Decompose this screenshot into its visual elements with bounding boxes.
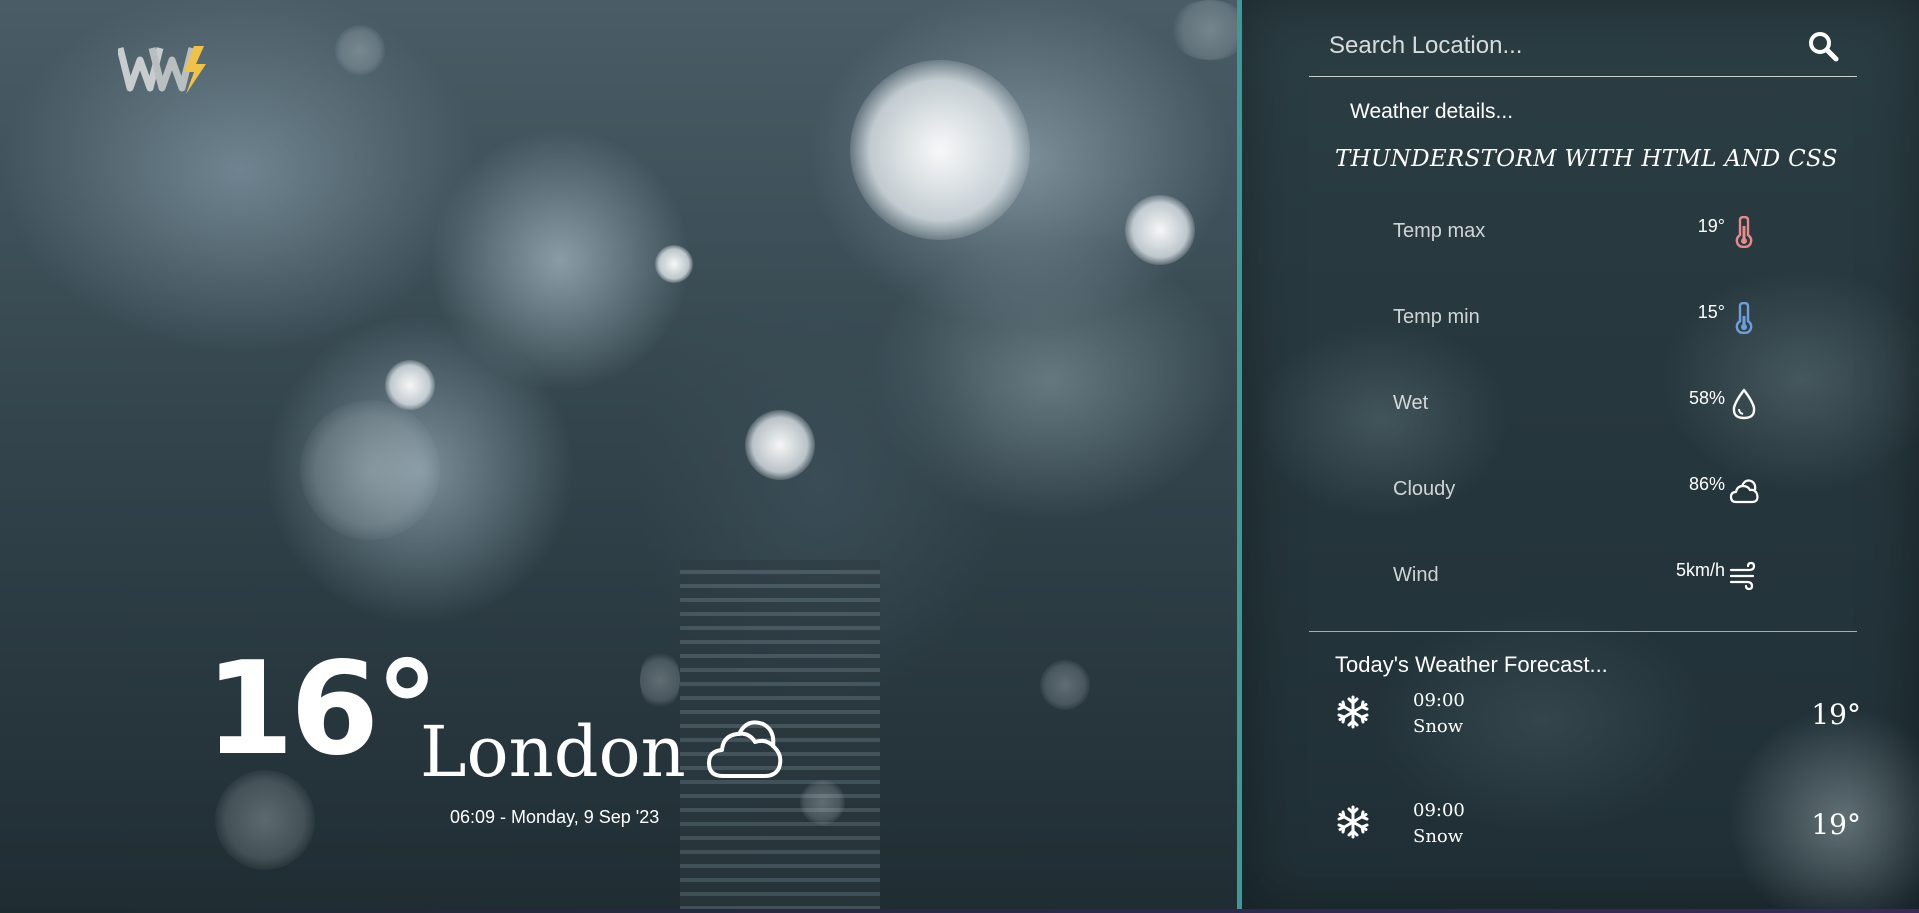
detail-label: Wind bbox=[1393, 564, 1439, 586]
snowflake-bokeh bbox=[300, 400, 440, 540]
current-temperature: 16° bbox=[205, 635, 439, 784]
section-divider bbox=[1309, 631, 1857, 632]
search-icon bbox=[1809, 32, 1839, 62]
forecast-item: 09:00 Snow 19° bbox=[1335, 800, 1865, 860]
current-datetime: 06:09 - Monday, 9 Sep '23 bbox=[450, 807, 660, 827]
forecast-time: 09:00 bbox=[1413, 690, 1465, 711]
city-name: London bbox=[420, 711, 686, 793]
forecast-time: 09:00 bbox=[1413, 800, 1465, 821]
detail-row-temp-max: Temp max 19° bbox=[1393, 212, 1759, 252]
snowflake-bokeh bbox=[745, 410, 815, 480]
search-input[interactable] bbox=[1309, 26, 1779, 66]
detail-value: 5km/h bbox=[1675, 560, 1725, 580]
weather-description: THUNDERSTORM WITH HTML AND CSS bbox=[1335, 146, 1838, 172]
detail-row-temp-min: Temp min 15° bbox=[1393, 298, 1759, 338]
forecast-temperature: 19° bbox=[1811, 808, 1861, 841]
cloud-icon bbox=[705, 710, 785, 790]
detail-label: Wet bbox=[1393, 392, 1429, 414]
snowflake-bokeh bbox=[335, 25, 385, 75]
logo-mark-icon bbox=[116, 46, 206, 94]
snowflake-bokeh bbox=[1125, 195, 1195, 265]
detail-label: Temp max bbox=[1393, 220, 1486, 242]
snowflake-icon bbox=[1335, 694, 1371, 730]
detail-label: Cloudy bbox=[1393, 478, 1456, 500]
app-logo[interactable] bbox=[116, 42, 218, 98]
detail-value: 86% bbox=[1688, 474, 1725, 494]
thermometer-hot-icon bbox=[1729, 215, 1759, 249]
forecast-item: 09:00 Snow 19° bbox=[1335, 690, 1865, 750]
forecast-condition: Snow bbox=[1413, 826, 1464, 847]
forecast-temperature: 19° bbox=[1811, 698, 1861, 731]
snowflake-bokeh bbox=[1040, 660, 1090, 710]
search-button[interactable] bbox=[1807, 30, 1839, 62]
snowflake-bokeh bbox=[655, 245, 693, 283]
snowflake-bokeh bbox=[850, 60, 1030, 240]
search-bar bbox=[1309, 16, 1857, 77]
detail-value: 15° bbox=[1697, 302, 1725, 322]
weather-app: 16° London 06:09 - Monday, 9 Sep '23 We bbox=[0, 0, 1919, 913]
detail-value: 58% bbox=[1688, 388, 1725, 408]
detail-row-wind: Wind 5km/h bbox=[1393, 556, 1759, 596]
weather-panel: Weather details... THUNDERSTORM WITH HTM… bbox=[1242, 0, 1919, 913]
snowflake-icon bbox=[1335, 804, 1371, 840]
background-scene: 16° London 06:09 - Monday, 9 Sep '23 bbox=[0, 0, 1250, 913]
thermometer-cold-icon bbox=[1729, 301, 1759, 335]
detail-value: 19° bbox=[1697, 216, 1725, 236]
current-weather: 16° London 06:09 - Monday, 9 Sep '23 bbox=[205, 640, 905, 840]
forecast-condition: Snow bbox=[1413, 716, 1464, 737]
forecast-heading: Today's Weather Forecast... bbox=[1335, 652, 1608, 677]
detail-label: Temp min bbox=[1393, 306, 1480, 328]
detail-row-cloudy: Cloudy 86% bbox=[1393, 470, 1759, 510]
droplet-icon bbox=[1729, 388, 1759, 420]
bottom-edge bbox=[0, 909, 1919, 913]
detail-row-humidity: Wet 58% bbox=[1393, 384, 1759, 424]
cloud-icon bbox=[1729, 474, 1759, 506]
snowflake-bokeh bbox=[385, 360, 435, 410]
wind-icon bbox=[1729, 560, 1759, 592]
details-heading: Weather details... bbox=[1350, 100, 1514, 123]
